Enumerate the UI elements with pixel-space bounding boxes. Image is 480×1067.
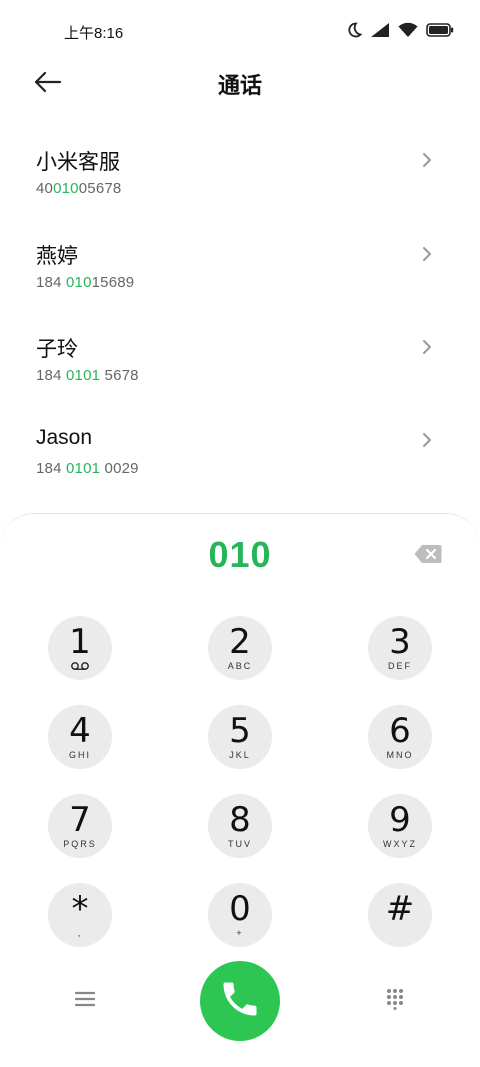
contact-item[interactable]: Jason 184 0101 0029 xyxy=(0,426,480,510)
key-6[interactable]: 6 MNO xyxy=(368,705,432,769)
key-letters: MNO xyxy=(386,749,414,760)
contact-name: Jason xyxy=(36,426,93,449)
key-3[interactable]: 3 DEF xyxy=(368,616,432,680)
dialpad-toggle-button[interactable] xyxy=(375,981,415,1021)
key-1[interactable]: 1 xyxy=(48,616,112,680)
chevron-right-icon xyxy=(418,244,436,264)
menu-button[interactable] xyxy=(65,981,105,1021)
key-digit: 6 xyxy=(389,710,411,751)
matched-digits: 0101 xyxy=(66,460,101,477)
key-letters: DEF xyxy=(388,660,412,671)
contact-name: 小米客服 xyxy=(36,151,120,174)
key-letters: , xyxy=(77,927,83,938)
cellular-signal-icon xyxy=(370,22,390,43)
key-hash[interactable]: # xyxy=(368,883,432,947)
contact-number: 184 01015689 xyxy=(36,274,135,291)
key-digit: 1 xyxy=(69,621,91,662)
contact-item[interactable]: 子玲 184 0101 5678 xyxy=(0,333,480,417)
contact-number: 4001005678 xyxy=(36,180,122,197)
key-letters: GHI xyxy=(68,749,91,760)
key-digit: 0 xyxy=(229,888,251,929)
dialed-number-display: 010 xyxy=(208,534,272,575)
key-digit: 9 xyxy=(389,799,411,840)
hamburger-menu-icon xyxy=(74,991,96,1012)
key-letters: WXYZ xyxy=(383,838,417,849)
phone-icon xyxy=(218,977,262,1026)
key-2[interactable]: 2 ABC xyxy=(208,616,272,680)
key-digit: * xyxy=(71,888,89,929)
do-not-disturb-moon-icon xyxy=(346,22,363,43)
header: 通话 xyxy=(0,62,480,106)
key-digit: 7 xyxy=(69,799,91,840)
voicemail-icon xyxy=(70,661,90,672)
key-9[interactable]: 9 WXYZ xyxy=(368,794,432,858)
key-0[interactable]: 0 + xyxy=(208,883,272,947)
key-8[interactable]: 8 TUV xyxy=(208,794,272,858)
key-letters: + xyxy=(236,927,244,938)
backspace-button[interactable] xyxy=(414,544,442,566)
key-digit: 4 xyxy=(69,710,91,751)
key-digit: 5 xyxy=(229,710,251,751)
status-icons xyxy=(346,22,454,43)
key-7[interactable]: 7 PQRS xyxy=(48,794,112,858)
contact-number: 184 0101 0029 xyxy=(36,460,139,477)
key-4[interactable]: 4 GHI xyxy=(48,705,112,769)
key-digit: 3 xyxy=(389,621,411,662)
key-letters: TUV xyxy=(228,838,252,849)
dialpad-grid-icon xyxy=(385,988,405,1015)
matched-digits: 0101 xyxy=(66,367,101,384)
matched-digits: 010 xyxy=(66,274,92,291)
key-star[interactable]: * , xyxy=(48,883,112,947)
key-letters: ABC xyxy=(227,660,253,671)
page-title: 通话 xyxy=(217,73,262,98)
battery-icon xyxy=(426,23,454,42)
wifi-icon xyxy=(398,22,418,43)
key-5[interactable]: 5 JKL xyxy=(208,705,272,769)
status-bar: 上午8:16 xyxy=(0,0,480,62)
key-digit: # xyxy=(385,888,415,929)
matched-digits: 010 xyxy=(53,180,79,197)
chevron-right-icon xyxy=(418,150,436,170)
backspace-icon xyxy=(414,545,442,568)
contact-item[interactable]: 燕婷 184 01015689 xyxy=(0,240,480,324)
contact-name: 燕婷 xyxy=(36,245,78,268)
chevron-right-icon xyxy=(418,337,436,357)
contact-number: 184 0101 5678 xyxy=(36,367,139,384)
contact-name: 子玲 xyxy=(36,338,78,361)
key-digit: 8 xyxy=(229,799,251,840)
contact-item[interactable]: 小米客服 4001005678 xyxy=(0,146,480,230)
chevron-right-icon xyxy=(418,430,436,450)
key-digit: 2 xyxy=(229,621,251,662)
call-button[interactable] xyxy=(200,961,280,1041)
key-letters: PQRS xyxy=(63,838,97,849)
key-letters: JKL xyxy=(229,749,251,760)
status-time: 上午8:16 xyxy=(64,25,124,42)
